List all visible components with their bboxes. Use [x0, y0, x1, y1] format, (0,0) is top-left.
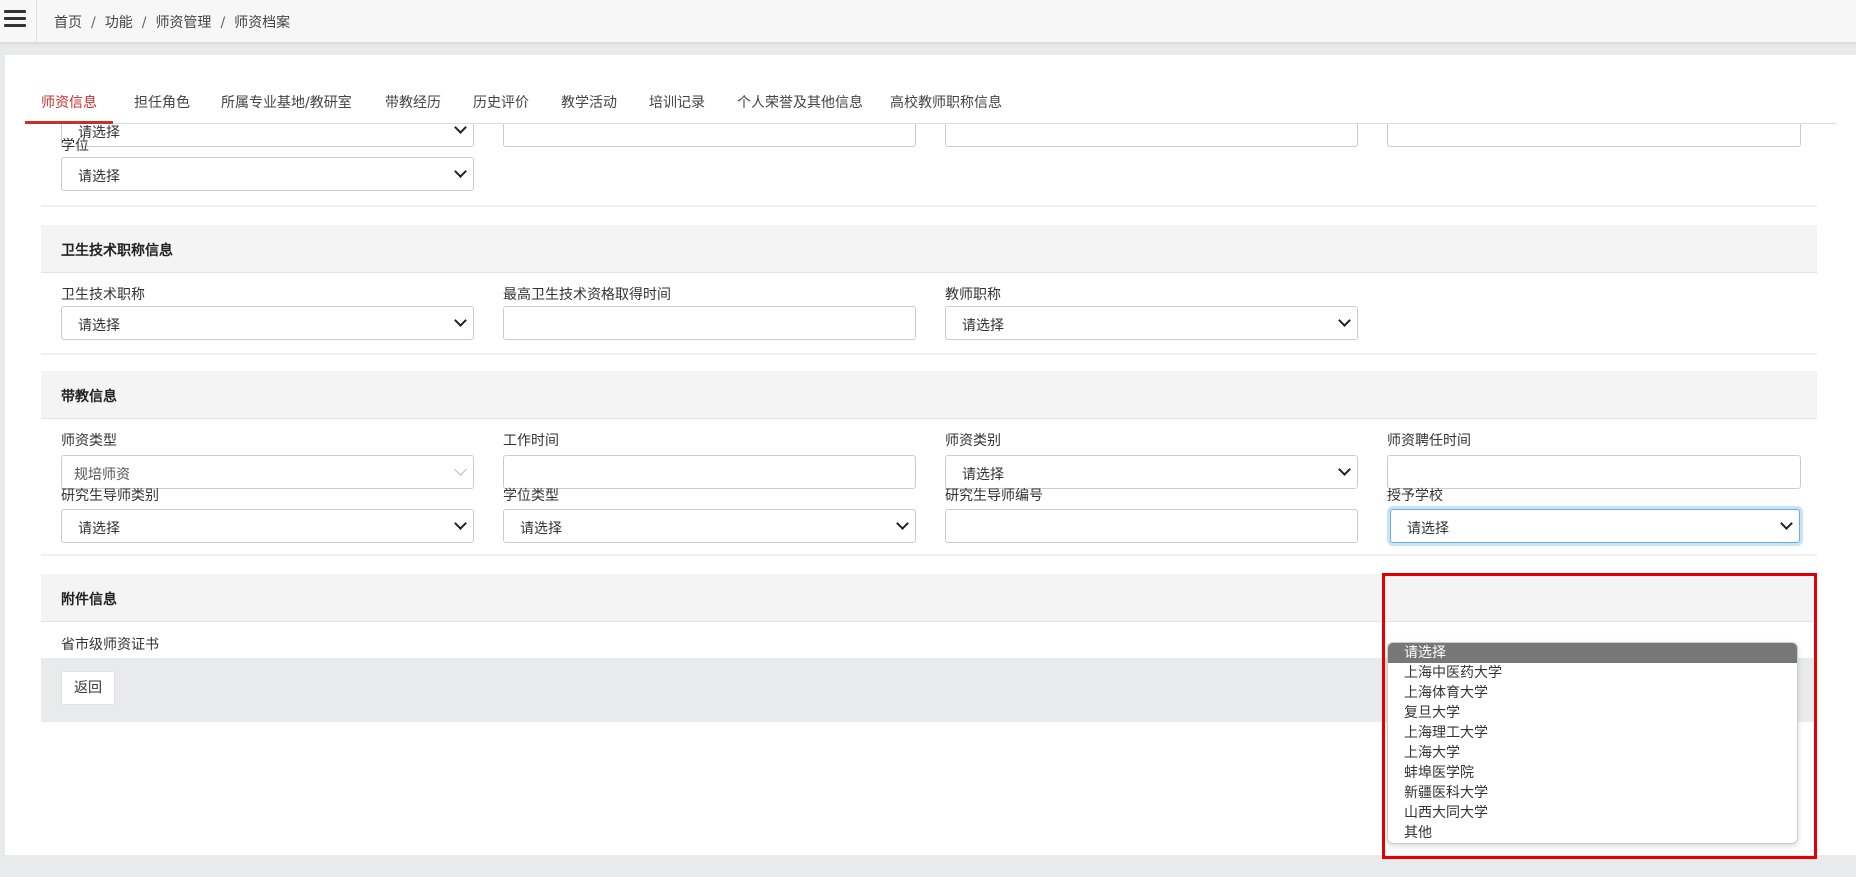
cert-label: 省市级师资证书 — [61, 637, 159, 653]
select-value: 请选择 — [78, 169, 120, 185]
chevron-down-icon — [1338, 463, 1351, 476]
tab-training-records[interactable]: 培训记录 — [649, 83, 705, 123]
health-title-select[interactable]: 请选择 — [61, 306, 474, 340]
back-button[interactable]: 返回 — [61, 671, 115, 705]
select-value: 请选择 — [520, 521, 562, 537]
supervisor-type-label: 研究生导师类别 — [61, 488, 159, 504]
appoint-time-input[interactable] — [1387, 455, 1801, 489]
top-bar: 首页 / 功能 / 师资管理 / 师资档案 — [0, 0, 1856, 43]
divider — [36, 0, 37, 42]
qual-time-input[interactable] — [503, 306, 916, 340]
school-option[interactable]: 山西大同大学 — [1388, 803, 1797, 823]
section-title: 附件信息 — [61, 592, 117, 608]
tab-faculty-info[interactable]: 师资信息 — [25, 83, 113, 124]
breadcrumb-faculty-archive: 师资档案 — [234, 15, 291, 31]
degree-type-label: 学位类型 — [503, 488, 559, 504]
supervisor-no-input[interactable] — [945, 509, 1358, 543]
qual-time-label: 最高卫生技术资格取得时间 — [503, 287, 671, 303]
school-label: 授予学校 — [1387, 488, 1443, 504]
chevron-down-icon — [454, 165, 467, 178]
faculty-category-select[interactable]: 请选择 — [945, 455, 1358, 489]
attachment-section-header: 附件信息 — [41, 574, 1817, 622]
health-title-section-header: 卫生技术职称信息 — [41, 225, 1817, 273]
school-dropdown-list: 请选择 上海中医药大学 上海体育大学 复旦大学 上海理工大学 上海大学 蚌埠医学院 新疆医科大… — [1387, 642, 1798, 844]
menu-icon[interactable] — [4, 10, 26, 30]
tab-teaching-experience[interactable]: 带教经历 — [385, 83, 441, 123]
tab-history-evaluation[interactable]: 历史评价 — [473, 83, 529, 123]
partial-select[interactable]: 请选择 — [61, 124, 474, 147]
school-option[interactable]: 上海理工大学 — [1388, 723, 1797, 743]
school-option[interactable]: 其他 — [1388, 823, 1797, 843]
partial-input-3[interactable] — [1387, 124, 1801, 147]
select-value: 请选择 — [962, 467, 1004, 483]
select-value: 规培师资 — [74, 467, 130, 483]
school-option[interactable]: 上海中医药大学 — [1388, 663, 1797, 683]
school-select[interactable]: 请选择 — [1390, 509, 1800, 543]
select-value: 请选择 — [78, 521, 120, 537]
degree-type-select[interactable]: 请选择 — [503, 509, 916, 543]
school-option[interactable]: 复旦大学 — [1388, 703, 1797, 723]
partial-input-1[interactable] — [503, 124, 916, 147]
chevron-down-icon — [1780, 517, 1793, 530]
appoint-time-label: 师资聘任时间 — [1387, 433, 1471, 449]
tab-teaching-activity[interactable]: 教学活动 — [561, 83, 617, 123]
faculty-type-select[interactable]: 规培师资 — [61, 455, 474, 489]
tab-bar: 师资信息 担任角色 所属专业基地/教研室 带教经历 历史评价 教学活动 培训记录… — [25, 83, 1837, 124]
select-value: 请选择 — [962, 318, 1004, 334]
section-divider — [41, 554, 1817, 556]
school-option[interactable]: 蚌埠医学院 — [1388, 763, 1797, 783]
chevron-down-icon — [454, 463, 467, 476]
breadcrumb: 首页 / 功能 / 师资管理 / 师资档案 — [54, 15, 291, 31]
supervisor-type-select[interactable]: 请选择 — [61, 509, 474, 543]
teaching-info-section-header: 带教信息 — [41, 371, 1817, 419]
section-divider — [41, 353, 1817, 355]
school-option[interactable]: 上海体育大学 — [1388, 683, 1797, 703]
chevron-down-icon — [454, 517, 467, 530]
school-option[interactable]: 请选择 — [1388, 643, 1797, 663]
faculty-type-label: 师资类型 — [61, 433, 117, 449]
breadcrumb-faculty-management[interactable]: 师资管理 — [155, 15, 211, 31]
tab-roles[interactable]: 担任角色 — [134, 83, 190, 123]
degree-select[interactable]: 请选择 — [61, 157, 474, 191]
health-title-label: 卫生技术职称 — [61, 287, 145, 303]
chevron-down-icon — [454, 314, 467, 327]
select-value: 请选择 — [1407, 521, 1449, 537]
select-value: 请选择 — [78, 318, 120, 334]
section-divider — [41, 205, 1817, 207]
school-option[interactable]: 新疆医科大学 — [1388, 783, 1797, 803]
supervisor-no-label: 研究生导师编号 — [945, 488, 1043, 504]
faculty-category-label: 师资类别 — [945, 433, 1001, 449]
section-title: 带教信息 — [61, 389, 117, 405]
work-time-label: 工作时间 — [503, 433, 559, 449]
section-title: 卫生技术职称信息 — [61, 243, 173, 259]
teacher-title-label: 教师职称 — [945, 287, 1001, 303]
chevron-down-icon — [896, 517, 909, 530]
teacher-title-select[interactable]: 请选择 — [945, 306, 1358, 340]
school-option[interactable]: 上海大学 — [1388, 743, 1797, 763]
tab-specialty-base[interactable]: 所属专业基地/教研室 — [221, 83, 352, 123]
breadcrumb-function[interactable]: 功能 — [105, 15, 133, 31]
tab-university-title[interactable]: 高校教师职称信息 — [890, 83, 1002, 123]
chevron-down-icon — [454, 124, 467, 134]
tab-honors-other[interactable]: 个人荣誉及其他信息 — [737, 83, 863, 123]
breadcrumb-home[interactable]: 首页 — [54, 15, 82, 31]
work-time-input[interactable] — [503, 455, 916, 489]
partial-input-2[interactable] — [945, 124, 1358, 147]
degree-label: 学位 — [61, 138, 89, 154]
chevron-down-icon — [1338, 314, 1351, 327]
